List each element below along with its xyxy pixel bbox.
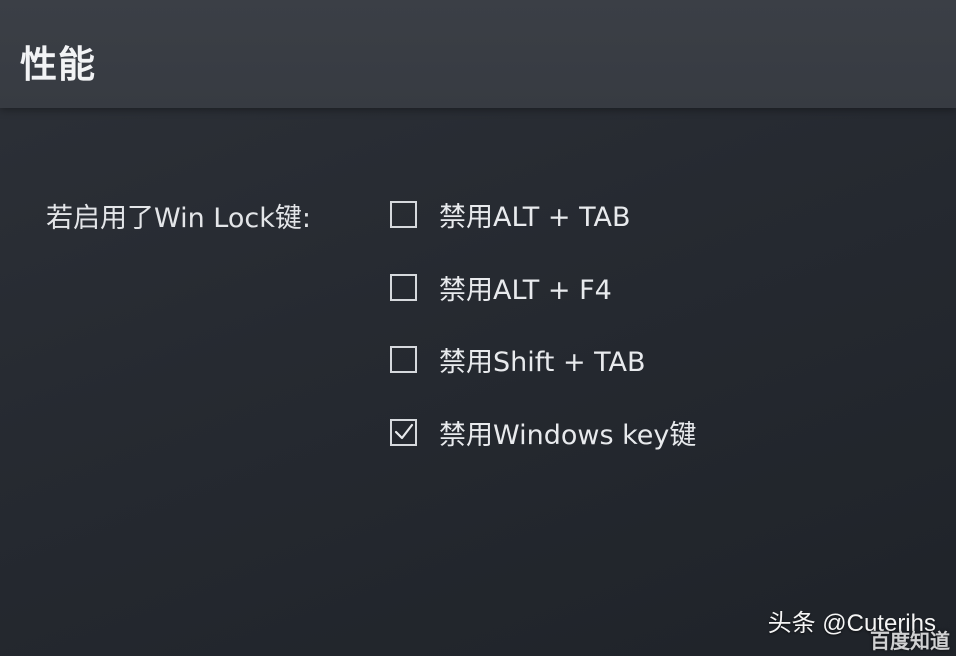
- option-label-alt-tab: 禁用ALT + TAB: [439, 201, 631, 233]
- option-label-windows-key: 禁用Windows key键: [439, 419, 697, 451]
- option-disable-windows-key[interactable]: 禁用Windows key键: [390, 414, 697, 451]
- checkbox-shift-tab[interactable]: [390, 345, 417, 373]
- page-title: 性能: [20, 43, 96, 86]
- checkmark-icon: [394, 423, 413, 440]
- checkbox-alt-f4[interactable]: [390, 273, 417, 301]
- option-disable-alt-f4[interactable]: 禁用ALT + F4: [390, 269, 612, 306]
- win-lock-setting-label: 若启用了Win Lock键:: [46, 203, 311, 234]
- option-disable-shift-tab[interactable]: 禁用Shift + TAB: [390, 341, 646, 378]
- option-label-shift-tab: 禁用Shift + TAB: [439, 346, 646, 378]
- brand-watermark: 百度知道: [870, 631, 950, 653]
- option-label-alt-f4: 禁用ALT + F4: [439, 274, 612, 306]
- header-bar: 性能: [0, 0, 956, 108]
- checkbox-windows-key[interactable]: [390, 418, 417, 446]
- checkbox-alt-tab[interactable]: [390, 200, 417, 228]
- option-disable-alt-tab[interactable]: 禁用ALT + TAB: [390, 196, 631, 233]
